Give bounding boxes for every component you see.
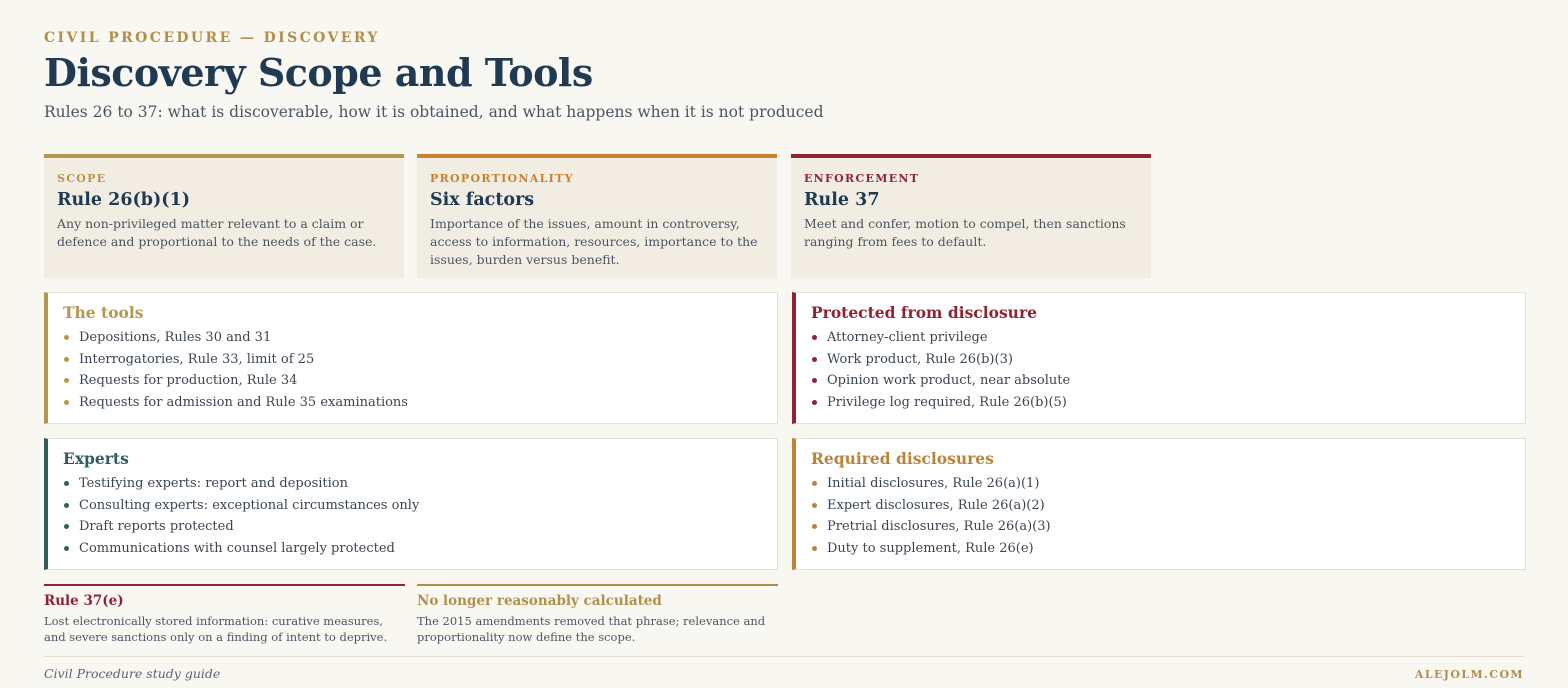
experts-list: Testifying experts: report and depositio…	[63, 473, 763, 560]
list-item: Consulting experts: exceptional circumst…	[63, 495, 763, 517]
bullet-icon	[812, 524, 817, 530]
list-item-text: Pretrial disclosures, Rule 26(a)(3)	[827, 519, 1051, 535]
note-reasonably-calculated: No longer reasonably calculated The 2015…	[417, 584, 778, 645]
list-item-text: Testifying experts: report and depositio…	[79, 476, 348, 491]
list-item-text: Interrogatories, Rule 33, limit of 25	[79, 351, 315, 367]
bullet-icon	[812, 502, 817, 508]
list-item: Work product, Rule 26(b)(3)	[811, 349, 1511, 371]
page-subtitle: Rules 26 to 37: what is discoverable, ho…	[44, 103, 824, 121]
list-item: Requests for admission and Rule 35 exami…	[63, 392, 763, 414]
card-label: PROPORTIONALITY	[430, 172, 574, 185]
list-item: Communications with counsel largely prot…	[63, 538, 763, 560]
list-item: Pretrial disclosures, Rule 26(a)(3)	[811, 516, 1511, 538]
card-scope: SCOPE Rule 26(b)(1) Any non-privileged m…	[44, 154, 404, 278]
list-item: Expert disclosures, Rule 26(a)(2)	[811, 495, 1511, 517]
list-item-text: Communications with counsel largely prot…	[79, 541, 395, 557]
card-body: Meet and confer, motion to compel, then …	[804, 216, 1126, 249]
note-body: Lost electronically stored information: …	[44, 614, 388, 644]
footer-divider	[44, 656, 1524, 657]
experts-box: Experts Testifying experts: report and d…	[44, 438, 778, 570]
card-label: ENFORCEMENT	[804, 172, 920, 185]
required-disclosures-box: Required disclosures Initial disclosures…	[792, 438, 1526, 570]
card-heading: Rule 26(b)(1)	[57, 190, 191, 210]
list-item-text: Attorney-client privilege	[827, 330, 988, 345]
note-rule-37e: Rule 37(e) Lost electronically stored in…	[44, 584, 405, 645]
card-proportionality: PROPORTIONALITY Six factors Importance o…	[417, 154, 777, 278]
list-item-text: Privilege log required, Rule 26(b)(5)	[827, 395, 1067, 411]
bullet-icon	[812, 335, 817, 340]
page-title: Discovery Scope and Tools	[44, 50, 593, 95]
box-title: Required disclosures	[811, 449, 994, 468]
box-title: Protected from disclosure	[811, 303, 1037, 322]
bullet-icon	[64, 335, 69, 340]
protected-list: Attorney-client privilege Work product, …	[811, 327, 1511, 414]
list-item: Draft reports protected	[63, 516, 763, 538]
bullet-icon	[64, 524, 69, 530]
box-title: The tools	[63, 303, 144, 322]
list-item: Initial disclosures, Rule 26(a)(1)	[811, 473, 1511, 495]
list-item: Duty to supplement, Rule 26(e)	[811, 538, 1511, 560]
footer-site-link[interactable]: ALEJOLM.COM	[1415, 668, 1524, 681]
bullet-icon	[64, 481, 69, 486]
bullet-icon	[812, 481, 817, 486]
required-list: Initial disclosures, Rule 26(a)(1) Exper…	[811, 473, 1511, 560]
bullet-icon	[812, 400, 817, 406]
list-item: Opinion work product, near absolute	[811, 370, 1511, 392]
list-item: Requests for production, Rule 34	[63, 370, 763, 392]
list-item-text: Opinion work product, near absolute	[827, 373, 1071, 389]
card-body: Importance of the issues, amount in cont…	[430, 216, 758, 267]
list-item: Depositions, Rules 30 and 31	[63, 327, 763, 349]
card-body: Any non-privileged matter relevant to a …	[57, 216, 377, 249]
tools-list: Depositions, Rules 30 and 31 Interrogato…	[63, 327, 763, 414]
list-item-text: Expert disclosures, Rule 26(a)(2)	[827, 497, 1045, 513]
box-title: Experts	[63, 449, 129, 468]
list-item-text: Consulting experts: exceptional circumst…	[79, 497, 420, 513]
list-item-text: Requests for admission and Rule 35 exami…	[79, 395, 408, 411]
note-title: Rule 37(e)	[44, 593, 124, 609]
list-item: Testifying experts: report and depositio…	[63, 473, 763, 495]
list-item: Interrogatories, Rule 33, limit of 25	[63, 349, 763, 371]
list-item-text: Draft reports protected	[79, 519, 234, 535]
list-item-text: Duty to supplement, Rule 26(e)	[827, 541, 1034, 557]
list-item-text: Work product, Rule 26(b)(3)	[827, 351, 1013, 367]
card-heading: Six factors	[430, 190, 535, 210]
bullet-icon	[812, 546, 817, 552]
list-item-text: Initial disclosures, Rule 26(a)(1)	[827, 476, 1040, 491]
bullet-icon	[812, 378, 817, 384]
card-label: SCOPE	[57, 172, 107, 185]
section-kicker: CIVIL PROCEDURE — DISCOVERY	[44, 30, 380, 46]
note-body: The 2015 amendments removed that phrase;…	[417, 614, 766, 644]
bullet-icon	[64, 356, 69, 362]
protected-box: Protected from disclosure Attorney-clien…	[792, 292, 1526, 424]
card-enforcement: ENFORCEMENT Rule 37 Meet and confer, mot…	[791, 154, 1151, 278]
bullet-icon	[812, 356, 817, 362]
bullet-icon	[64, 546, 69, 552]
bullet-icon	[64, 400, 69, 406]
list-item: Privilege log required, Rule 26(b)(5)	[811, 392, 1511, 414]
footer-caption: Civil Procedure study guide	[44, 666, 221, 681]
note-title: No longer reasonably calculated	[417, 593, 662, 609]
card-heading: Rule 37	[804, 190, 880, 210]
list-item-text: Depositions, Rules 30 and 31	[79, 330, 272, 345]
list-item-text: Requests for production, Rule 34	[79, 373, 298, 389]
bullet-icon	[64, 502, 69, 508]
tools-box: The tools Depositions, Rules 30 and 31 I…	[44, 292, 778, 424]
bullet-icon	[64, 378, 69, 384]
list-item: Attorney-client privilege	[811, 327, 1511, 349]
